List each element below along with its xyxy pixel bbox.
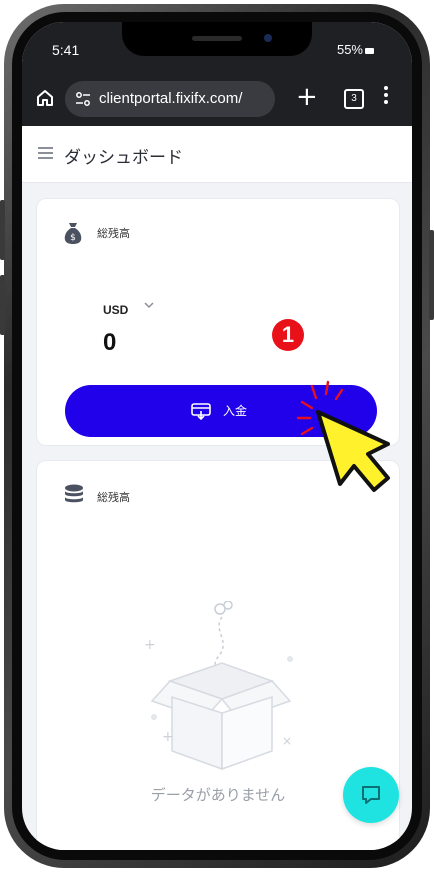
battery-indicator: 55%: [337, 42, 374, 57]
phone-screen: 5:41 55% clientportal.fixifx.com/ + 3 ダッ…: [22, 22, 412, 850]
chevron-down-icon[interactable]: [143, 300, 155, 310]
status-bar: 5:41 55%: [22, 22, 412, 72]
speaker-grille: [192, 36, 242, 41]
tab-switcher-icon[interactable]: 3: [344, 89, 364, 109]
battery-icon: [365, 47, 374, 54]
more-menu-icon[interactable]: [384, 86, 388, 108]
page-title: ダッシュボード: [64, 148, 183, 168]
url-text: clientportal.fixifx.com/: [99, 90, 243, 107]
balance-title: 総残高: [97, 227, 130, 240]
empty-box-illustration: + + ×: [144, 601, 293, 771]
side-button: [0, 200, 5, 260]
money-bag-icon: $: [64, 223, 82, 244]
app-header: ダッシュボード: [22, 126, 412, 183]
status-time: 5:41: [52, 42, 80, 58]
balance-amount: 0: [103, 329, 117, 356]
currency-selector[interactable]: USD: [103, 303, 128, 317]
chat-icon: [362, 786, 380, 804]
svg-text:$: $: [70, 233, 76, 243]
side-button: [429, 230, 434, 320]
assets-title: 総残高: [97, 491, 130, 504]
side-button: [0, 275, 5, 335]
battery-level: 55%: [336, 42, 363, 57]
camera-dot: [264, 34, 272, 42]
chat-button[interactable]: [343, 767, 399, 823]
pointer-hand-icon: [296, 380, 390, 492]
coins-stack-icon: [65, 484, 83, 503]
deposit-icon: [191, 403, 211, 420]
site-settings-icon[interactable]: [75, 91, 91, 107]
svg-text:+: +: [144, 637, 156, 653]
deposit-label: 入金: [223, 404, 248, 418]
step-number-badge: 1: [272, 319, 304, 351]
svg-text:×: ×: [282, 734, 292, 748]
browser-toolbar: clientportal.fixifx.com/ + 3: [22, 72, 412, 126]
home-icon[interactable]: [36, 89, 54, 107]
svg-text:+: +: [162, 729, 174, 745]
address-bar[interactable]: clientportal.fixifx.com/: [65, 81, 275, 117]
hamburger-menu-icon[interactable]: [38, 147, 53, 159]
notch: [122, 22, 312, 56]
new-tab-icon[interactable]: +: [296, 84, 318, 110]
